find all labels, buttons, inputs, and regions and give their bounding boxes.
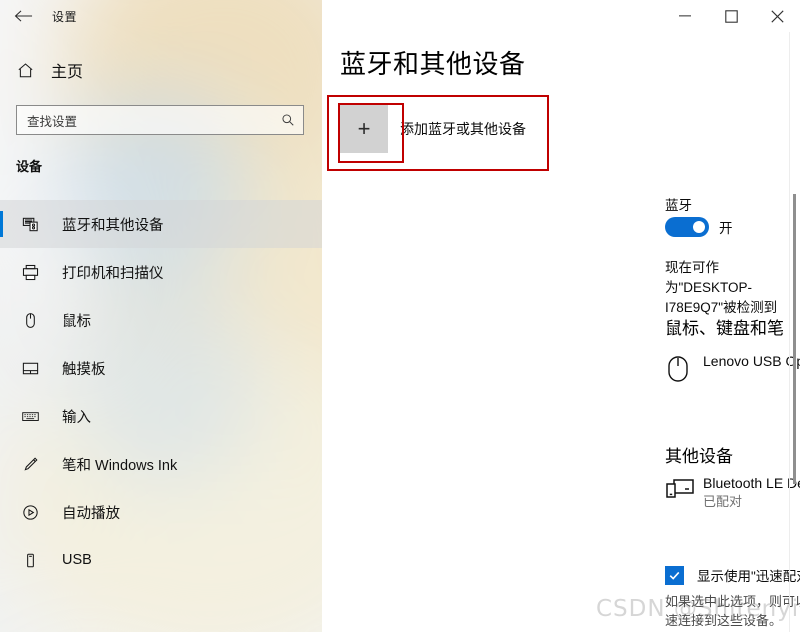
add-device-label: 添加蓝牙或其他设备	[400, 121, 526, 137]
swift-pair-checkbox-row[interactable]: 显示使用"迅速配对"进行连接的通知	[665, 565, 800, 585]
close-icon	[770, 9, 784, 23]
plus-glyph: +	[357, 116, 371, 141]
swift-pair-checkbox[interactable]	[665, 565, 684, 585]
title-bar: 设置	[0, 0, 800, 32]
minimize-icon	[679, 15, 691, 17]
device-status: 已配对	[703, 494, 743, 509]
scrollbar-thumb[interactable]	[793, 194, 796, 484]
printer-icon	[18, 263, 42, 282]
sidebar-item-printers-and-scanners[interactable]: 打印机和扫描仪	[0, 248, 322, 296]
device-row-bluetooth-le[interactable]: Bluetooth LE Device 2cd066cfcae0 已配对	[665, 474, 800, 511]
sidebar-item-home[interactable]: 主页	[16, 58, 83, 82]
touchpad-icon	[18, 359, 42, 378]
sidebar-home-label: 主页	[51, 64, 84, 81]
sidebar-item-label: 打印机和扫描仪	[62, 265, 164, 282]
device-name: Bluetooth LE Device 2cd066cfcae0	[703, 475, 800, 491]
search-input[interactable]: 查找设置	[16, 105, 304, 135]
settings-window: 主页 查找设置 设备 蓝牙和其他设备 打印机和扫描仪 鼠标 触摸板 输入 笔和 …	[0, 0, 800, 632]
sidebar-item-bluetooth-and-other-devices[interactable]: 蓝牙和其他设备	[0, 200, 322, 248]
sidebar-item-label: USB	[62, 552, 92, 568]
sidebar-item-label: 鼠标	[62, 313, 91, 330]
toggle-knob	[693, 221, 705, 233]
add-bluetooth-or-other-device-button[interactable]: + 添加蓝牙或其他设备	[340, 105, 526, 153]
minimize-button[interactable]	[662, 0, 708, 32]
group-title-mouse-keyboard-pen: 鼠标、键盘和笔	[665, 319, 784, 338]
mouse-icon	[18, 311, 42, 330]
sidebar-item-label: 笔和 Windows Ink	[62, 457, 178, 474]
keyboard-icon	[18, 407, 42, 426]
plus-icon[interactable]: +	[340, 105, 388, 153]
maximize-icon	[724, 9, 738, 23]
window-title: 设置	[52, 9, 78, 24]
mouse-device-icon	[665, 352, 703, 384]
bluetooth-toggle-state: 开	[719, 221, 733, 236]
main-content: 蓝牙和其他设备 + 添加蓝牙或其他设备 蓝牙 开 现在可作为"DESKTOP-I…	[322, 0, 800, 632]
sidebar-item-label: 自动播放	[62, 505, 120, 522]
autoplay-icon	[18, 503, 42, 522]
sidebar-item-label: 输入	[62, 409, 91, 426]
window-controls	[662, 0, 800, 32]
sidebar-item-autoplay[interactable]: 自动播放	[0, 488, 322, 536]
bluetooth-section-label: 蓝牙	[665, 198, 692, 213]
back-button[interactable]	[0, 0, 46, 32]
back-arrow-icon	[14, 9, 33, 23]
sidebar-item-usb[interactable]: USB	[0, 536, 322, 584]
page-title: 蓝牙和其他设备	[340, 49, 526, 79]
sidebar-item-typing[interactable]: 输入	[0, 392, 322, 440]
device-row-mouse[interactable]: Lenovo USB Optical Mouse	[665, 352, 800, 384]
sidebar-item-touchpad[interactable]: 触摸板	[0, 344, 322, 392]
generic-device-icon	[665, 474, 703, 502]
sidebar-item-pen-and-windows-ink[interactable]: 笔和 Windows Ink	[0, 440, 322, 488]
sidebar-nav: 蓝牙和其他设备 打印机和扫描仪 鼠标 触摸板 输入 笔和 Windows Ink…	[0, 200, 322, 584]
search-placeholder: 查找设置	[27, 114, 78, 129]
home-icon	[16, 61, 35, 80]
group-title-other-devices: 其他设备	[665, 447, 733, 466]
bluetooth-discoverable-text: 现在可作为"DESKTOP-I78E9Q7"被检测到	[665, 260, 778, 315]
search-icon[interactable]	[281, 113, 295, 127]
usb-icon	[18, 551, 42, 570]
sidebar-item-label: 触摸板	[62, 361, 106, 378]
swift-pair-description: 如果选中此选项，则可以在受支持的蓝牙设备位于附近且处于配对模式时快速连接到这些设…	[665, 594, 800, 628]
sidebar-item-label: 蓝牙和其他设备	[62, 217, 164, 234]
swift-pair-label: 显示使用"迅速配对"进行连接的通知	[697, 569, 800, 584]
device-name: Lenovo USB Optical Mouse	[703, 353, 800, 369]
sidebar-item-mouse[interactable]: 鼠标	[0, 296, 322, 344]
scrollbar[interactable]	[789, 32, 800, 632]
bluetooth-toggle[interactable]	[665, 217, 709, 237]
pen-icon	[18, 455, 42, 474]
maximize-button[interactable]	[708, 0, 754, 32]
bluetooth-devices-icon	[18, 215, 42, 234]
sidebar-section-header: 设备	[16, 159, 43, 174]
sidebar: 主页 查找设置 设备 蓝牙和其他设备 打印机和扫描仪 鼠标 触摸板 输入 笔和 …	[0, 0, 322, 632]
close-button[interactable]	[754, 0, 800, 32]
